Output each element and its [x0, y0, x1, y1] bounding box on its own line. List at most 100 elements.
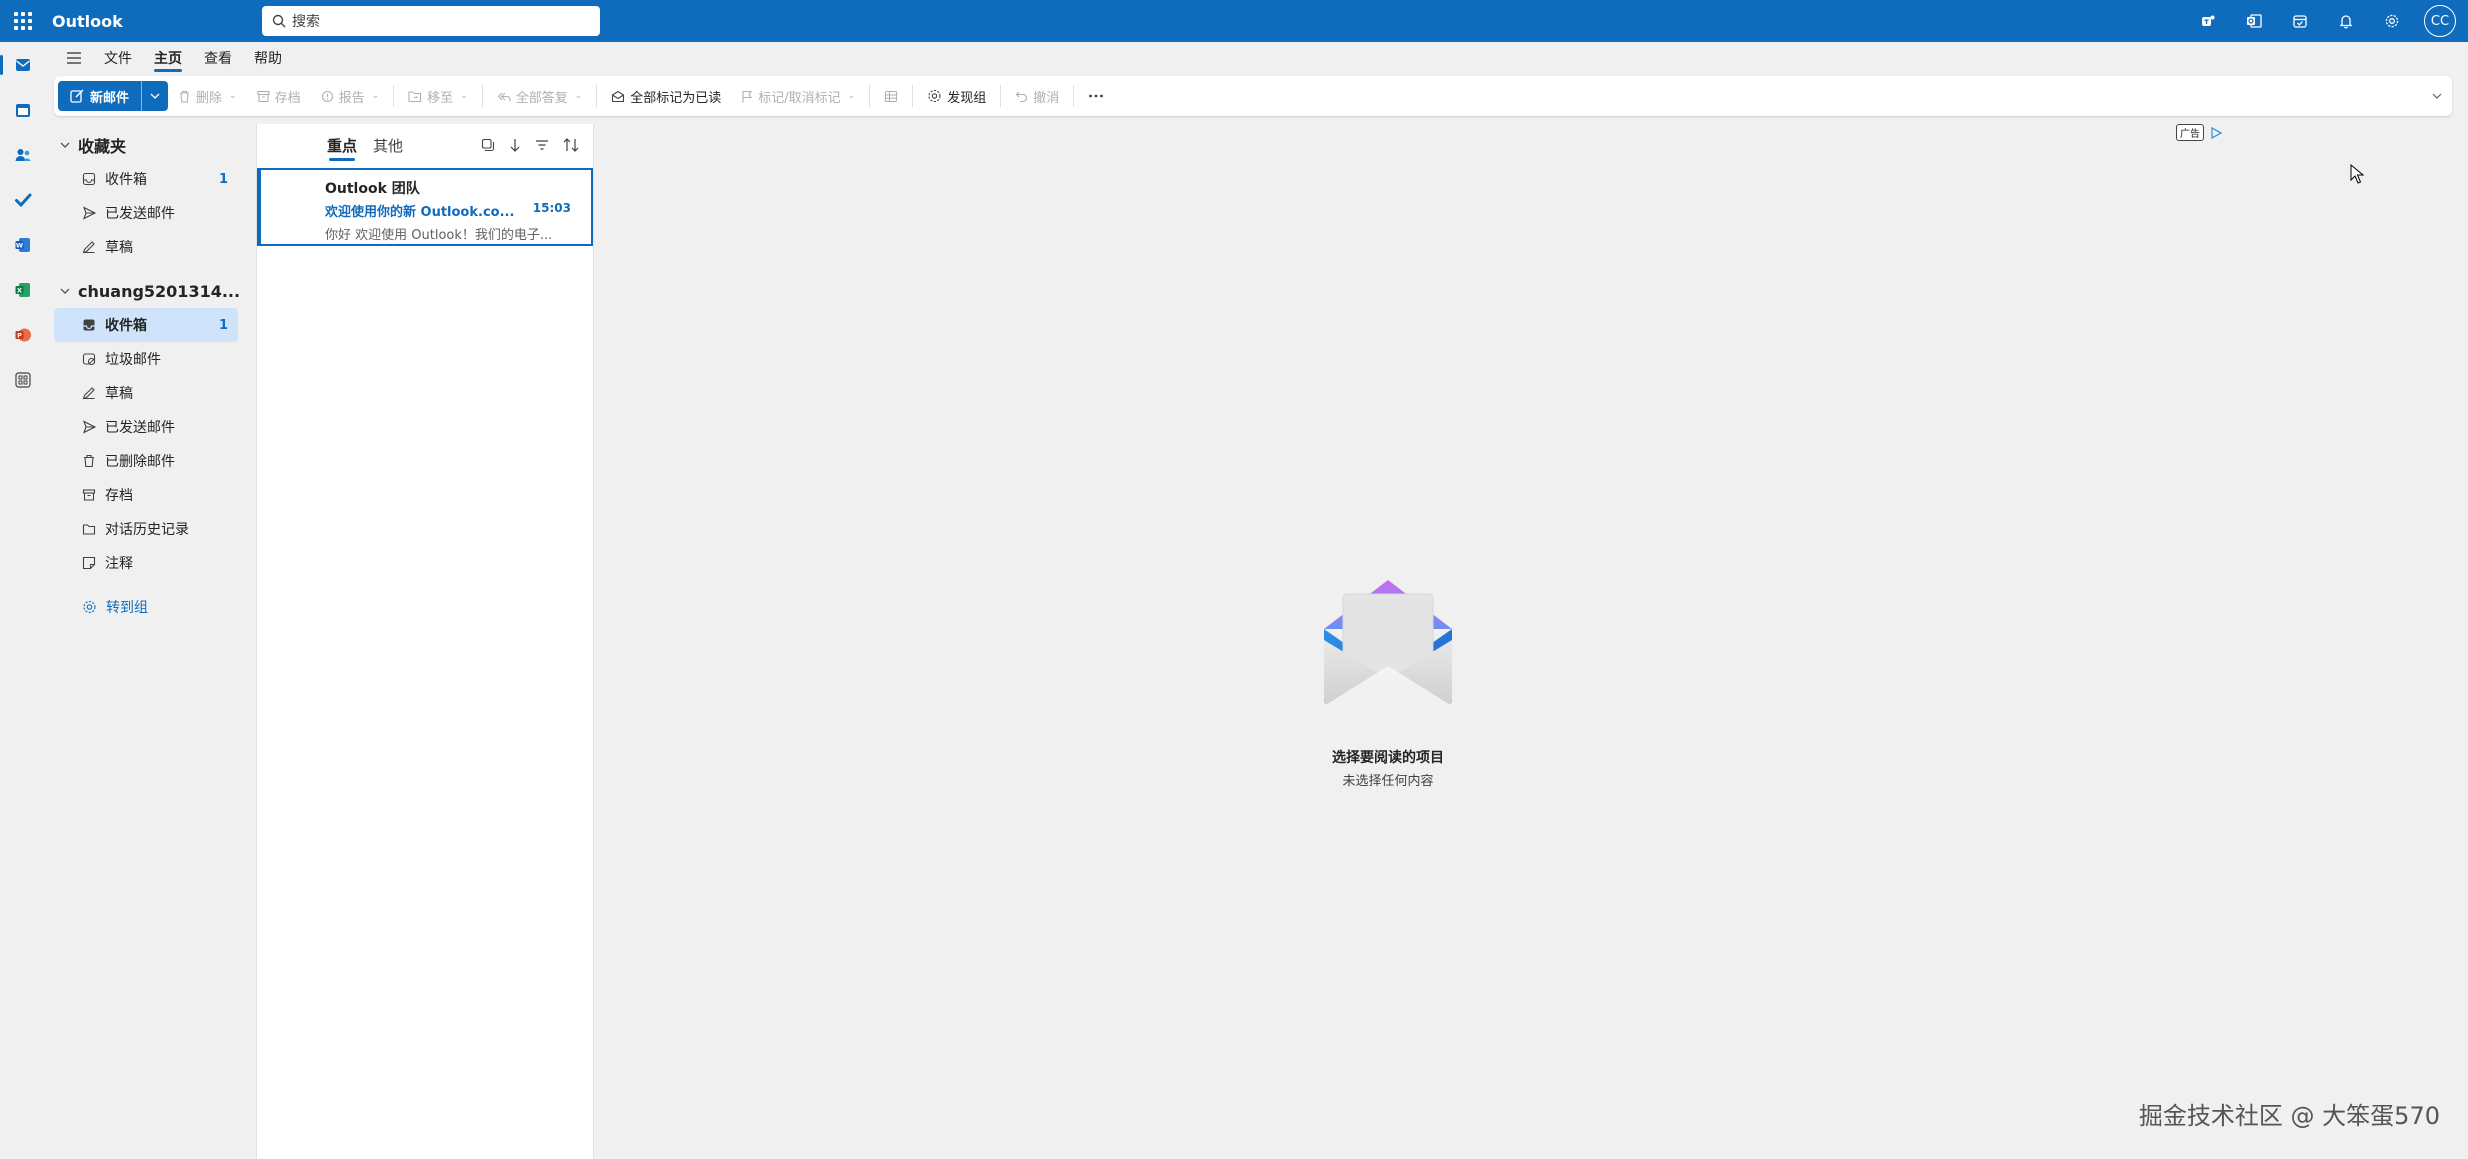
flag-button[interactable]: 标记/取消标记 ⌄: [731, 81, 865, 111]
rail-people[interactable]: [0, 142, 46, 168]
tab-focused[interactable]: 重点: [327, 124, 357, 166]
folder-deleted[interactable]: 已删除邮件: [54, 444, 238, 478]
favorites-inbox[interactable]: 收件箱 1: [54, 162, 238, 196]
ad-label: 广告: [2176, 124, 2204, 141]
reply-all-button[interactable]: 全部答复 ⌄: [487, 81, 593, 111]
move-button[interactable]: 移至 ⌄: [398, 81, 478, 111]
favorites-title: 收藏夹: [78, 137, 127, 156]
mark-all-read-button[interactable]: 全部标记为已读: [601, 81, 731, 111]
folder-archive[interactable]: 存档: [54, 478, 238, 512]
apps-icon: [15, 372, 31, 388]
gear-icon: [2385, 14, 2399, 28]
checkmark-icon: [15, 193, 32, 208]
rail-mail[interactable]: [0, 52, 46, 78]
tab-home[interactable]: 主页: [154, 42, 182, 74]
app-title[interactable]: Outlook: [52, 12, 262, 31]
search-input[interactable]: 搜索: [262, 6, 600, 36]
folder-drafts[interactable]: 草稿: [54, 376, 238, 410]
rail-excel[interactable]: X: [0, 277, 46, 303]
report-button[interactable]: 报告 ⌄: [311, 81, 390, 111]
empty-state-subtitle: 未选择任何内容: [1342, 774, 1434, 789]
inbox-icon: [82, 172, 96, 186]
favorites-drafts[interactable]: 草稿: [54, 230, 238, 264]
tab-other[interactable]: 其他: [373, 124, 403, 166]
notifications-button[interactable]: [2332, 7, 2360, 35]
folder-label: 已发送邮件: [105, 420, 175, 436]
people-icon: [15, 149, 31, 161]
account-header[interactable]: chuang5201314...: [54, 274, 254, 308]
empty-state-title: 选择要阅读的项目: [1332, 750, 1444, 766]
hamburger-icon: [67, 52, 81, 64]
rail-word[interactable]: W: [0, 232, 46, 258]
more-options-button[interactable]: [1078, 81, 1114, 111]
my-day-button[interactable]: [2286, 7, 2314, 35]
toolbar-divider: [1073, 85, 1075, 107]
rail-calendar[interactable]: [0, 97, 46, 123]
rail-powerpoint[interactable]: P: [0, 322, 46, 348]
message-item[interactable]: Outlook 团队 欢迎使用你的新 Outlook.co... 15:03 你…: [257, 168, 593, 246]
favorites-header[interactable]: 收藏夹: [54, 128, 254, 162]
groups-icon: [83, 600, 96, 614]
ribbon-expand-button[interactable]: [2432, 88, 2442, 103]
rail-todo[interactable]: [0, 187, 46, 213]
goto-groups-link[interactable]: 转到组: [54, 590, 254, 624]
new-mail-button[interactable]: 新邮件: [58, 81, 143, 111]
folder-junk[interactable]: 垃圾邮件: [54, 342, 238, 376]
new-mail-button-group: 新邮件: [58, 81, 169, 111]
chevron-down-icon: ⌄: [229, 91, 237, 101]
archive-button[interactable]: 存档: [247, 81, 311, 111]
excel-icon: X: [15, 283, 30, 297]
archive-label: 存档: [274, 90, 301, 106]
filter-icon[interactable]: [535, 139, 549, 151]
undo-label: 撤消: [1033, 90, 1060, 106]
tab-help[interactable]: 帮助: [254, 42, 282, 74]
avatar[interactable]: CC: [2424, 5, 2456, 37]
powerpoint-icon: P: [15, 328, 31, 342]
new-mail-dropdown[interactable]: [142, 81, 168, 111]
toolbar-divider: [912, 85, 914, 107]
folder-notes[interactable]: 注释: [54, 546, 238, 580]
waffle-icon: [14, 12, 32, 30]
folder-label: 对话历史记录: [105, 522, 189, 538]
favorites-sent[interactable]: 已发送邮件: [54, 196, 238, 230]
app-launcher-button[interactable]: [0, 0, 46, 42]
message-list: 重点 其他 Outlook 团队 欢迎使用你的新 Outlook.co... 1…: [256, 124, 594, 1159]
settings-button[interactable]: [2378, 7, 2406, 35]
folder-conversation-history[interactable]: 对话历史记录: [54, 512, 238, 546]
junk-icon: [82, 353, 96, 366]
mouse-cursor-icon: [2350, 164, 2364, 184]
folder-icon: [82, 524, 96, 535]
rail-more-apps[interactable]: [0, 367, 46, 393]
pencil-icon: [82, 387, 95, 400]
folder-label: 收件箱: [105, 172, 147, 188]
mail-icon: [16, 59, 30, 71]
folder-inbox[interactable]: 收件箱 1: [54, 308, 238, 342]
outlook-app-button[interactable]: [2240, 7, 2268, 35]
folder-sent[interactable]: 已发送邮件: [54, 410, 238, 444]
compose-icon: [70, 89, 84, 103]
immersive-reader-button[interactable]: [874, 81, 908, 111]
chevron-down-icon: ⌄: [460, 91, 468, 101]
ad-badge[interactable]: 广告: [2176, 124, 2222, 141]
toolbar-divider: [393, 85, 395, 107]
new-mail-label: 新邮件: [90, 90, 130, 106]
unread-count: 1: [218, 171, 228, 187]
arrow-down-icon[interactable]: [509, 138, 521, 152]
select-multiple-icon[interactable]: [481, 138, 495, 152]
undo-button[interactable]: 撤消: [1005, 81, 1069, 111]
teams-button[interactable]: [2194, 7, 2222, 35]
archive-icon: [82, 489, 96, 501]
folder-label: 已删除邮件: [105, 454, 175, 470]
reading-pane: 广告 选择要阅读的项目 未选择任何内容: [596, 124, 2468, 1159]
tab-file[interactable]: 文件: [104, 42, 132, 74]
sort-icon[interactable]: [563, 138, 579, 152]
message-sender: Outlook 团队: [325, 181, 420, 197]
nav-toggle-button[interactable]: [66, 42, 82, 74]
discover-groups-button[interactable]: 发现组: [917, 81, 996, 111]
tab-view[interactable]: 查看: [204, 42, 232, 74]
watermark: 掘金技术社区 @ 大笨蛋570: [2138, 1102, 2440, 1130]
svg-text:X: X: [17, 287, 22, 295]
delete-button[interactable]: 删除 ⌄: [168, 81, 247, 111]
inbox-icon: [83, 319, 95, 331]
report-label: 报告: [338, 90, 365, 106]
